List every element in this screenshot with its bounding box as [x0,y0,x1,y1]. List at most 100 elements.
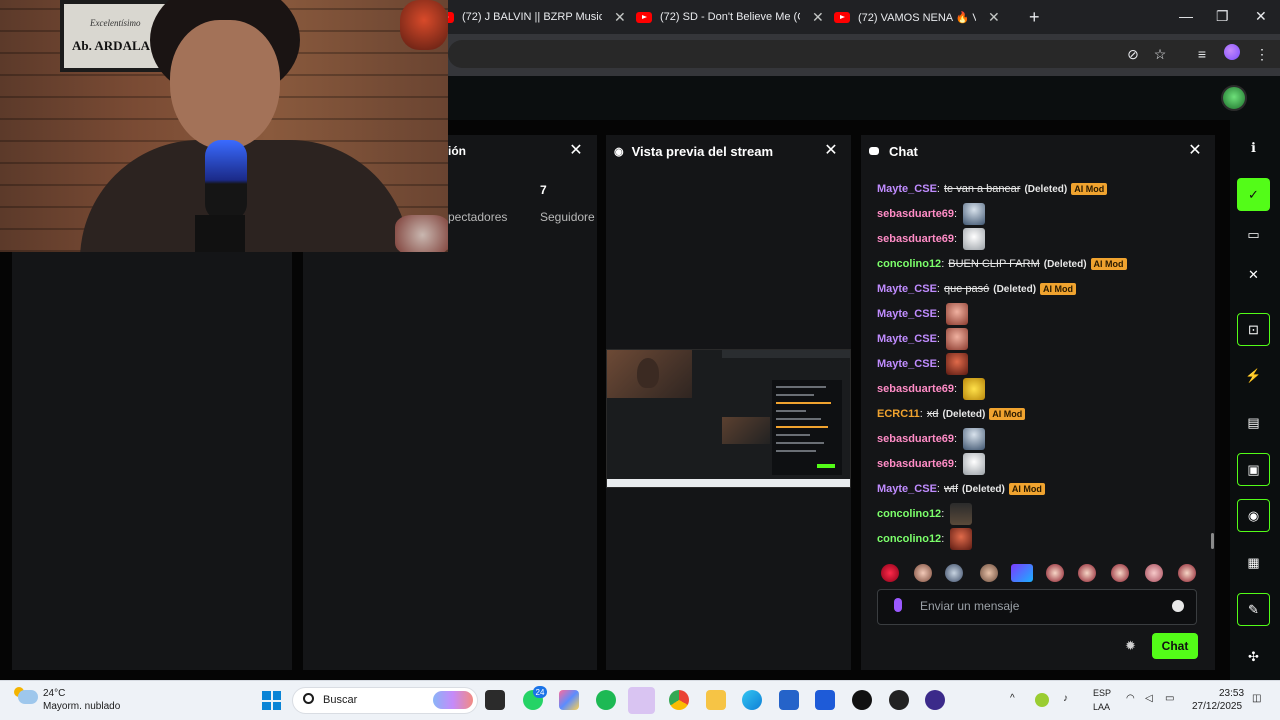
emote-girl-icon[interactable] [914,564,932,582]
chat-username[interactable]: Mayte_CSE [877,183,937,195]
chat-message[interactable]: Mayte_CSE: [877,328,968,350]
wrench-icon[interactable]: ✎ [1237,593,1270,626]
user-avatar[interactable] [1221,85,1247,111]
session-panel-close-icon[interactable]: ✕ [567,142,585,160]
emote-anime-icon[interactable] [1178,564,1196,582]
microphone-icon[interactable] [894,598,902,612]
chat-username[interactable]: ECRC11 [877,408,920,420]
chat-message[interactable]: sebasduarte69: [877,378,986,400]
tray-overflow-icon[interactable]: ^ [1010,693,1015,704]
chat-username[interactable]: Mayte_CSE [877,358,937,370]
muted-camera-icon[interactable]: ⊘ [1123,44,1143,64]
wifi-icon[interactable]: ◠ [1126,693,1135,704]
keyboard-layout[interactable]: LAA [1093,702,1110,712]
app-icon[interactable] [815,690,835,710]
lightning-icon[interactable]: ⚡ [1237,359,1270,392]
cloud-weather-icon[interactable] [18,690,38,704]
browser-tab[interactable]: (72) SD - Don't Believe Me (Offi ✕ [636,6,824,28]
chat-message[interactable]: sebasduarte69: [877,203,986,225]
chat-username[interactable]: concolino12 [877,508,941,520]
chat-message[interactable]: Mayte_CSE: [877,303,968,325]
broadcast-icon[interactable]: ◉ [1237,499,1270,532]
emote-red-icon[interactable] [881,564,899,582]
check-icon[interactable]: ✓ [1237,178,1270,211]
emote-bald-icon[interactable] [980,564,998,582]
minimize-button[interactable]: — [1179,8,1193,24]
bookmark-star-icon[interactable]: ☆ [1150,44,1170,64]
stream-preview-toggle-icon[interactable]: ⊡ [1237,313,1270,346]
preview-close-icon[interactable]: ✕ [822,142,840,160]
tab-close-icon[interactable]: ✕ [812,9,824,26]
battery-icon[interactable]: ▭ [1165,693,1174,704]
chat-username[interactable]: Mayte_CSE [877,283,937,295]
chrome-icon[interactable] [669,690,689,710]
connections-icon[interactable]: ✣ [1237,640,1270,673]
clock-date[interactable]: 27/12/2025 [1192,701,1242,712]
info-icon[interactable]: ℹ [1237,131,1270,164]
tray-microphone-icon[interactable]: ♪ [1063,693,1068,704]
notifications-icon[interactable]: ◫ [1252,693,1261,704]
chat-username[interactable]: concolino12 [877,258,941,270]
chat-toggle-icon[interactable]: ▣ [1237,453,1270,486]
edge-icon[interactable] [742,690,762,710]
stream-preview-video[interactable] [606,349,851,488]
emote-hunched-icon[interactable] [945,564,963,582]
stream-manager-icon[interactable]: ▦ [1237,546,1270,579]
chat-message[interactable]: sebasduarte69: [877,428,986,450]
chat-message[interactable]: Mayte_CSE: que pasó (Deleted) AI Mod [877,279,1077,299]
emoji-picker-icon[interactable] [1172,600,1184,612]
task-view-icon[interactable] [485,690,505,710]
tab-close-icon[interactable]: ✕ [614,9,626,26]
chat-message[interactable]: Mayte_CSE: wtf (Deleted) AI Mod [877,479,1045,499]
maximize-button[interactable]: ❐ [1216,8,1229,25]
chat-username[interactable]: sebasduarte69 [877,458,954,470]
browser-tab[interactable]: (72) VAMOS NENA 🔥 Video O ✕ [834,6,1000,28]
spotify-icon[interactable] [596,690,616,710]
clock-time[interactable]: 23:53 [1219,688,1244,699]
chat-message[interactable]: ECRC11: xd (Deleted) AI Mod [877,404,1026,424]
media-player-icon[interactable] [852,690,872,710]
chat-message[interactable]: concolino12: [877,528,973,550]
tab-close-icon[interactable]: ✕ [988,9,1000,26]
new-tab-button[interactable]: + [1029,7,1040,28]
window-close-button[interactable]: ✕ [1255,8,1267,25]
chat-message[interactable]: Mayte_CSE: [877,353,968,375]
chat-username[interactable]: Mayte_CSE [877,483,937,495]
volume-icon[interactable]: ◁ [1145,693,1153,704]
layout-icon[interactable]: ▭ [1237,218,1270,251]
browser-menu-icon[interactable]: ⋮ [1252,44,1272,64]
chat-username[interactable]: Mayte_CSE [877,308,937,320]
chat-message[interactable]: sebasduarte69: [877,228,986,250]
chat-send-button[interactable]: Chat [1152,633,1198,659]
chat-message[interactable]: sebasduarte69: [877,453,986,475]
tray-app-icon[interactable] [1035,693,1049,707]
teams-icon[interactable] [628,687,655,714]
start-button-icon[interactable] [262,691,281,710]
obs-icon[interactable] [889,690,909,710]
store-icon[interactable] [779,690,799,710]
chat-message[interactable]: Mayte_CSE: te van a banear (Deleted) AI Mod [877,179,1108,199]
keyboard-language[interactable]: ESP [1093,688,1111,698]
emote-anime-icon[interactable] [1046,564,1064,582]
chat-message[interactable]: concolino12: BUEN CLIP FARM (Deleted) AI Mo… [877,254,1127,274]
emote-anime-icon[interactable] [1078,564,1096,582]
chat-username[interactable]: sebasduarte69 [877,208,954,220]
emote-pink-icon[interactable] [1145,564,1163,582]
chat-message[interactable]: concolino12: [877,503,973,525]
weather-description[interactable]: Mayorm. nublado [43,701,120,712]
emote-anime-icon[interactable] [1111,564,1129,582]
chat-close-icon[interactable]: ✕ [1186,142,1204,160]
browser-tab[interactable]: (72) J BALVIN || BZRP Music Ses ✕ [438,6,626,28]
copilot-icon[interactable] [559,690,579,710]
chat-settings-gear-icon[interactable]: ✹ [1125,638,1136,654]
document-icon[interactable]: ▤ [1237,406,1270,439]
chat-username[interactable]: sebasduarte69 [877,383,954,395]
chat-username[interactable]: sebasduarte69 [877,233,954,245]
chat-username[interactable]: Mayte_CSE [877,333,937,345]
emote-car-icon[interactable] [1011,564,1033,582]
recording-app-icon[interactable] [925,690,945,710]
profile-avatar[interactable] [1224,44,1240,60]
chat-username[interactable]: sebasduarte69 [877,433,954,445]
media-queue-icon[interactable]: ≡ [1192,44,1212,64]
weather-temperature[interactable]: 24°C [43,688,65,699]
